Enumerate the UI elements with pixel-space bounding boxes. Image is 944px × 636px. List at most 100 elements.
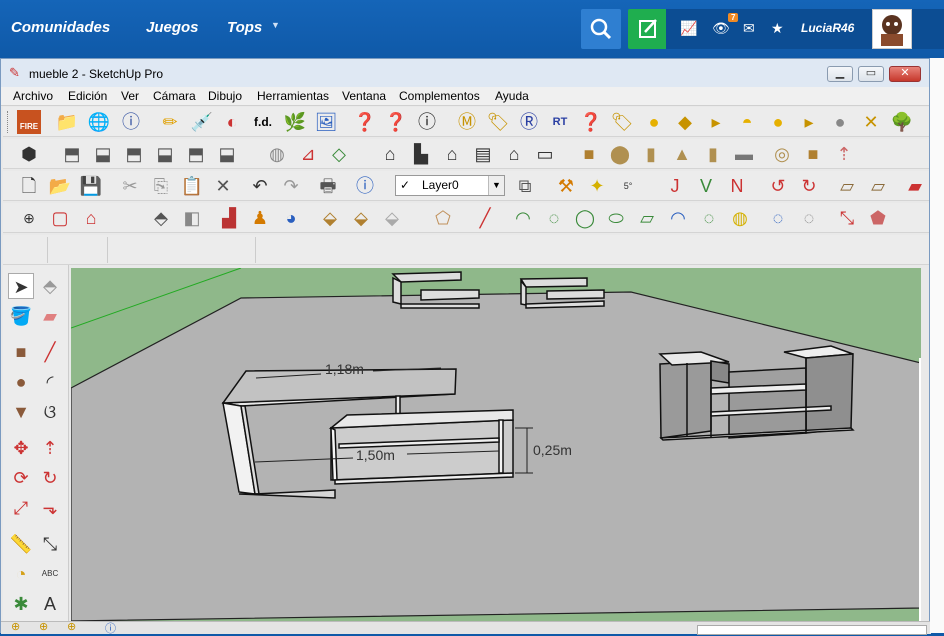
- section-icon[interactable]: ◐: [220, 110, 244, 134]
- menu-dibujo[interactable]: Dibujo: [208, 89, 242, 103]
- wireframe-icon[interactable]: ◇: [327, 142, 351, 166]
- minimize-button[interactable]: ▁: [827, 66, 853, 82]
- curve-a-icon[interactable]: ◠: [511, 206, 535, 230]
- curve-b-icon[interactable]: ◌: [542, 206, 566, 230]
- sphere-shape-icon[interactable]: ⬤: [608, 142, 632, 166]
- pencil-icon[interactable]: ✏: [158, 110, 182, 134]
- star-icon[interactable]: ★: [771, 20, 784, 37]
- save-icon[interactable]: 💾: [79, 174, 103, 198]
- rectangle-tool-icon[interactable]: ■: [8, 339, 34, 365]
- circle-tool-icon[interactable]: ●: [8, 369, 34, 395]
- tool-i-icon[interactable]: ⬙: [318, 206, 342, 230]
- axes-icon[interactable]: ⊕: [17, 206, 41, 230]
- torus-icon[interactable]: ◎: [770, 142, 794, 166]
- paint-bucket-icon[interactable]: 🪣: [8, 303, 34, 329]
- model-viewport[interactable]: 1,18m 1,50m 0,25m: [71, 268, 921, 621]
- folder-icon[interactable]: 📁: [55, 110, 79, 134]
- sphere-2-icon[interactable]: ●: [766, 110, 790, 134]
- tag-icon[interactable]: 🏷: [486, 110, 510, 134]
- model-info-icon[interactable]: ⓘ: [353, 174, 377, 198]
- terrain-3-icon[interactable]: ▰: [903, 174, 927, 198]
- spot-icon[interactable]: ▸: [704, 110, 728, 134]
- help-icon[interactable]: ❓: [353, 110, 377, 134]
- back-edges-icon[interactable]: ⊿: [296, 142, 320, 166]
- component-icon[interactable]: ⬢: [17, 142, 41, 166]
- axis-j-icon[interactable]: J: [663, 174, 687, 198]
- curve-g-icon[interactable]: ◌: [697, 206, 721, 230]
- export-icon[interactable]: 🖼: [314, 110, 338, 134]
- monochrome-icon[interactable]: ▭: [533, 142, 557, 166]
- sphere-3-icon[interactable]: ●: [828, 110, 852, 134]
- toolbar-grip[interactable]: [7, 111, 10, 133]
- erase-icon[interactable]: ✕: [211, 174, 235, 198]
- sphere-icon[interactable]: ●: [642, 110, 666, 134]
- layers-icon[interactable]: ⧉: [513, 174, 537, 198]
- print-icon[interactable]: 🖶: [316, 174, 340, 198]
- tool-k-icon[interactable]: ⬙: [380, 206, 404, 230]
- curve-l-icon[interactable]: ⬟: [866, 206, 890, 230]
- xray-icon[interactable]: ◍: [265, 142, 289, 166]
- house-icon[interactable]: ⌂: [378, 142, 402, 166]
- axis-n-icon[interactable]: N: [725, 174, 749, 198]
- grass-icon[interactable]: 🌿: [283, 110, 307, 134]
- menu-edicion[interactable]: Edición: [68, 89, 107, 103]
- undo-icon[interactable]: ↶: [248, 174, 272, 198]
- rotate-a-icon[interactable]: ↺: [766, 174, 790, 198]
- house-2-icon[interactable]: ⌂: [440, 142, 464, 166]
- paste-icon[interactable]: 📋: [180, 174, 204, 198]
- tool-c-icon[interactable]: 5°: [616, 174, 640, 198]
- freehand-tool-icon[interactable]: ଓ: [37, 399, 63, 425]
- info-icon[interactable]: ⓘ: [119, 110, 143, 134]
- spot-2-icon[interactable]: ▸: [797, 110, 821, 134]
- tool-g-icon[interactable]: ♟: [248, 206, 272, 230]
- rotate-tool-icon[interactable]: ⟳: [8, 465, 34, 491]
- tree-icon[interactable]: 🌳: [890, 110, 914, 134]
- copy-icon[interactable]: ⎘: [149, 174, 173, 198]
- rt-icon[interactable]: RT: [548, 110, 572, 134]
- dimension-tool-icon[interactable]: ⤡: [37, 531, 63, 557]
- globe-icon[interactable]: 🌐: [87, 110, 111, 134]
- avatar[interactable]: [872, 9, 912, 49]
- plate-icon[interactable]: ▬: [732, 142, 756, 166]
- m-icon[interactable]: Ⓜ: [455, 110, 479, 134]
- tool-h-icon[interactable]: ◕: [279, 206, 303, 230]
- curve-c-icon[interactable]: ◯: [573, 206, 597, 230]
- nav-juegos[interactable]: Juegos: [146, 19, 199, 36]
- tool-j-icon[interactable]: ⬙: [349, 206, 373, 230]
- shaded-icon[interactable]: ▙: [409, 142, 433, 166]
- search-button[interactable]: [581, 9, 621, 49]
- redo-icon[interactable]: ↷: [279, 174, 303, 198]
- info-2-icon[interactable]: ⓘ: [415, 110, 439, 134]
- fd-button[interactable]: f.d.: [251, 110, 275, 134]
- box-2-icon[interactable]: ■: [801, 142, 825, 166]
- menu-ventana[interactable]: Ventana: [342, 89, 386, 103]
- help-3-icon[interactable]: ❓: [579, 110, 603, 134]
- top-view-icon[interactable]: ⬓: [91, 142, 115, 166]
- curve-j-icon[interactable]: ◌: [797, 206, 821, 230]
- close-button[interactable]: ✕: [889, 66, 921, 82]
- menu-ver[interactable]: Ver: [121, 89, 139, 103]
- push-icon[interactable]: ⇡: [832, 142, 856, 166]
- cylinder-icon[interactable]: ▮: [639, 142, 663, 166]
- menu-camara[interactable]: Cámara: [153, 89, 196, 103]
- line-tool-icon[interactable]: ╱: [37, 339, 63, 365]
- cone-icon[interactable]: ▲: [670, 142, 694, 166]
- eye-icon[interactable]: 👁: [712, 20, 730, 37]
- layer-select[interactable]: ✓ Layer0 ▼: [395, 175, 505, 196]
- eyedropper-icon[interactable]: 💉: [190, 110, 214, 134]
- maximize-button[interactable]: ▭: [858, 66, 884, 82]
- move-tool-icon[interactable]: ✥: [8, 435, 34, 461]
- nav-tops[interactable]: Tops: [227, 19, 262, 36]
- offset-tool-icon[interactable]: ⬎: [37, 495, 63, 521]
- axis-v-icon[interactable]: V: [694, 174, 718, 198]
- terrain-icon[interactable]: ▱: [835, 174, 859, 198]
- curve-e-icon[interactable]: ▱: [635, 206, 659, 230]
- stats-icon[interactable]: 📈: [680, 20, 697, 37]
- menu-ayuda[interactable]: Ayuda: [495, 89, 529, 103]
- section-plane-icon[interactable]: ▢: [48, 206, 72, 230]
- curve-d-icon[interactable]: ⬭: [604, 206, 628, 230]
- component-tool-icon[interactable]: ⬘: [37, 273, 63, 299]
- help-2-icon[interactable]: ❓: [384, 110, 408, 134]
- arc-tool-icon[interactable]: ◜: [37, 369, 63, 395]
- terrain-2-icon[interactable]: ▱: [866, 174, 890, 198]
